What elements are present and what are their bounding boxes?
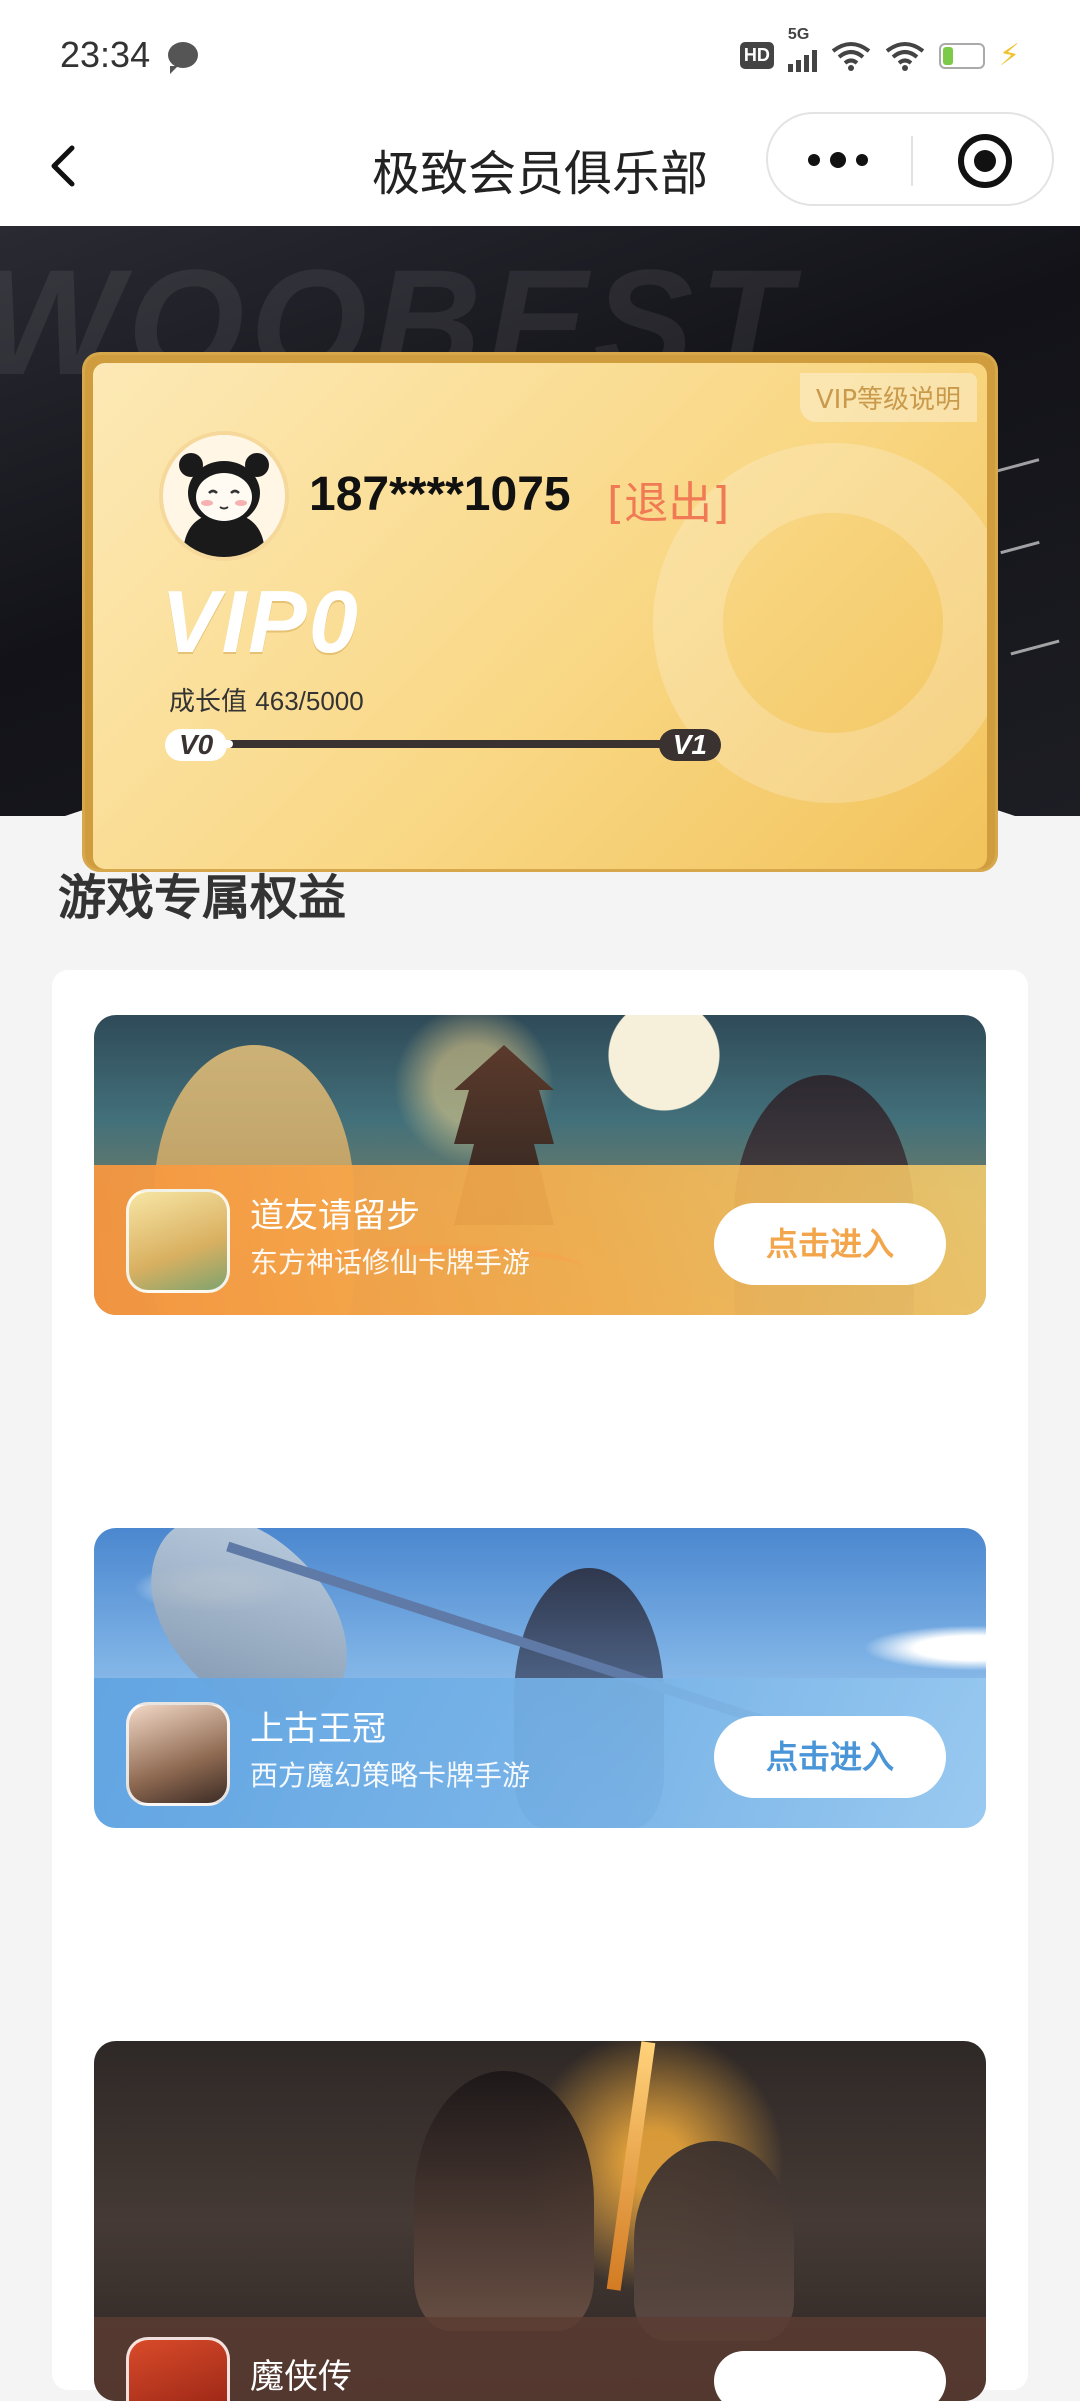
vip-level-badge: VIP0: [161, 572, 360, 671]
game-icon: [126, 2337, 230, 2401]
next-level-label: V1: [658, 729, 721, 761]
wifi-icon: [831, 41, 871, 71]
light-streak: [1000, 540, 1040, 555]
mini-program-capsule: [766, 112, 1054, 206]
game-card[interactable]: 魔侠传: [94, 2041, 986, 2401]
status-bar: 23:34 HD 5G 15 ⚡: [0, 0, 1080, 110]
enter-game-button[interactable]: 点击进入: [714, 1716, 946, 1798]
progress-track: [185, 740, 701, 748]
network-type-label: 5G: [787, 25, 810, 43]
enter-game-button[interactable]: 点击进入: [714, 1203, 946, 1285]
battery-level: 15: [953, 45, 971, 63]
game-card[interactable]: 上古王冠 西方魔幻策略卡牌手游 点击进入: [94, 1528, 986, 1828]
member-card: VIP等级说明 187****1075 [退出] VIP0 成长值 463/50…: [82, 352, 998, 872]
user-phone: 187****1075: [309, 468, 571, 521]
vip-explain-link[interactable]: VIP等级说明: [799, 373, 977, 422]
level-progress-bar: V0 V1: [165, 729, 721, 761]
game-icon: [126, 1702, 230, 1806]
game-name: 魔侠传: [250, 2357, 352, 2397]
game-name: 上古王冠: [250, 1709, 386, 1749]
logout-link[interactable]: [退出]: [607, 467, 729, 531]
section-title: 游戏专属权益: [58, 870, 347, 926]
hd-icon: HD: [739, 42, 774, 69]
game-description: 西方魔幻策略卡牌手游: [250, 1759, 531, 1792]
game-card[interactable]: 道友请留步 东方神话修仙卡牌手游 点击进入: [94, 1015, 986, 1315]
game-icon: [126, 1189, 230, 1293]
more-dots-icon[interactable]: [808, 152, 868, 168]
message-icon: [168, 42, 198, 74]
game-description: 东方神话修仙卡牌手游: [250, 1246, 531, 1279]
target-circle-icon[interactable]: [958, 134, 1012, 188]
growth-value: 463/5000: [255, 686, 364, 716]
member-card-body: VIP等级说明 187****1075 [退出] VIP0 成长值 463/50…: [93, 363, 987, 869]
avatar: [159, 431, 289, 561]
signal-icon: 5G: [787, 26, 817, 72]
light-streak: [1010, 639, 1060, 656]
current-level-label: V0: [165, 729, 228, 761]
capsule-divider: [911, 136, 913, 186]
growth-value-row: 成长值 463/5000: [169, 681, 364, 718]
wifi-icon-2: [885, 41, 925, 71]
status-time: 23:34: [60, 34, 151, 75]
charging-icon: ⚡: [998, 38, 1020, 73]
enter-game-button[interactable]: [714, 2351, 946, 2401]
navigation-bar: 极致会员俱乐部: [0, 110, 1080, 226]
battery-icon: 15: [938, 42, 985, 69]
game-name: 道友请留步: [250, 1196, 420, 1236]
status-icons: HD 5G 15 ⚡: [739, 26, 1020, 73]
growth-label: 成长值: [169, 687, 248, 717]
